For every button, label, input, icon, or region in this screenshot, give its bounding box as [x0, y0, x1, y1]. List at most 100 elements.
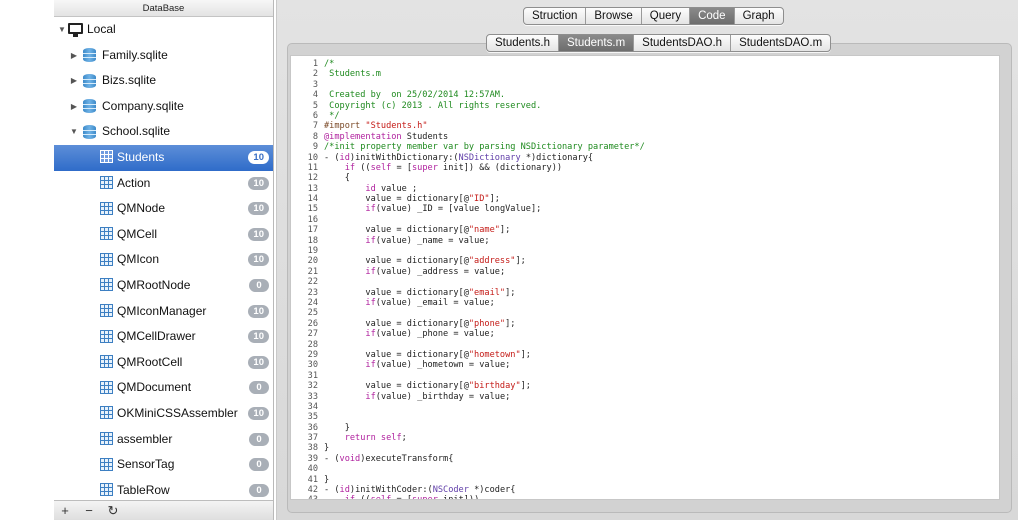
count-badge: 0	[249, 458, 269, 472]
refresh-button[interactable]: ↻	[102, 502, 124, 520]
tree-item-qmcelldrawer[interactable]: QMCellDrawer 10	[54, 324, 273, 350]
tree-item-action[interactable]: Action 10	[54, 171, 273, 197]
code-line: 15 if(value) _ID = [value longValue];	[291, 204, 999, 214]
code-line: 27 if(value) _phone = value;	[291, 329, 999, 339]
tree-item-label: Local	[87, 22, 116, 36]
code-token: init]))	[438, 495, 479, 499]
tree-item-label: QMIcon	[117, 252, 160, 267]
line-number: 7	[312, 121, 318, 132]
disclosure-closed-icon[interactable]: ▶	[70, 68, 78, 94]
code-text: }	[324, 443, 329, 453]
mode-tab-query[interactable]: Query	[642, 8, 691, 24]
code-token: Created by on 25/02/2014 12:57AM.	[324, 90, 506, 101]
count-badge: 10	[248, 406, 269, 420]
tree-item-students[interactable]: Students 10	[54, 144, 273, 171]
count-badge: 10	[248, 304, 269, 318]
code-token: (value) _hometown = value;	[375, 360, 511, 371]
tree-item-qmnode[interactable]: QMNode 10	[54, 196, 273, 222]
code-line: 22	[291, 277, 999, 287]
mode-tab-struction[interactable]: Struction	[524, 8, 587, 24]
code-token: return self	[344, 433, 402, 444]
disclosure-closed-icon[interactable]: ▶	[70, 94, 78, 120]
line-number: 18	[307, 235, 318, 246]
line-number: 9	[312, 142, 318, 153]
code-text: /*	[324, 59, 334, 69]
file-tab-students-h[interactable]: Students.h	[487, 35, 559, 51]
line-number: 40	[307, 464, 318, 475]
line-number: 36	[307, 422, 318, 433]
code-token: - (	[324, 152, 340, 163]
disclosure-closed-icon[interactable]: ▶	[70, 43, 78, 69]
code-token: if	[365, 360, 376, 371]
code-line: 31	[291, 371, 999, 381]
tree-item-tablerow[interactable]: TableRow 0	[54, 478, 273, 500]
code-token: ];	[505, 318, 516, 329]
line-number: 16	[307, 214, 318, 225]
code-token: if	[365, 235, 376, 246]
mode-tab-browse[interactable]: Browse	[586, 8, 642, 24]
database-sidebar: DataBase ▼ Local ▶ Family.sqlite ▶ Bizs.sqlit…	[54, 0, 274, 520]
code-token: }	[324, 474, 330, 485]
code-text: value = dictionary[@"email"];	[324, 288, 515, 298]
file-tab-studentsdao-h[interactable]: StudentsDAO.h	[634, 35, 732, 51]
line-number: 41	[307, 474, 318, 485]
code-line: 23 value = dictionary[@"email"];	[291, 288, 999, 298]
code-line: 30 if(value) _hometown = value;	[291, 360, 999, 370]
line-number: 10	[307, 152, 318, 163]
tree-item-qmiconmanager[interactable]: QMIconManager 10	[54, 299, 273, 325]
code-token: if	[345, 495, 355, 499]
line-number: 42	[307, 485, 318, 496]
code-line: 19	[291, 246, 999, 256]
code-token: */	[324, 110, 340, 121]
tree-item-qmdocument[interactable]: QMDocument 0	[54, 375, 273, 401]
add-button[interactable]: +	[54, 502, 76, 520]
tree-item-assembler[interactable]: assembler 0	[54, 427, 273, 453]
tree-item-qmrootcell[interactable]: QMRootCell 10	[54, 350, 273, 376]
tree-item-label: Family.sqlite	[102, 47, 168, 62]
code-editor[interactable]: 1/* 2 Students.m 3 4 Created by on 25/02/2…	[290, 55, 1000, 500]
tree-item-qmicon[interactable]: QMIcon 10	[54, 247, 273, 273]
tree-item-qmcell[interactable]: QMCell 10	[54, 222, 273, 248]
line-number: 35	[307, 412, 318, 423]
code-token: self	[371, 495, 392, 499]
mode-tab-code[interactable]: Code	[690, 8, 735, 24]
code-token: (value) _address = value;	[375, 266, 506, 277]
table-icon	[100, 150, 113, 164]
table-icon	[100, 252, 113, 266]
tree-item-label: assembler	[117, 431, 173, 446]
code-text: Created by on 25/02/2014 12:57AM.	[324, 90, 505, 100]
tree-item-bizs-sqlite[interactable]: ▶ Bizs.sqlite	[54, 68, 273, 94]
tree-item-local[interactable]: ▼ Local	[54, 17, 273, 43]
code-line: 2 Students.m	[291, 69, 999, 79]
tree-item-family-sqlite[interactable]: ▶ Family.sqlite	[54, 43, 273, 69]
tree-item-okminicssassembler[interactable]: OKMiniCSSAssembler 10	[54, 401, 273, 427]
tree-item-qmrootnode[interactable]: QMRootNode 0	[54, 273, 273, 299]
database-tree: ▼ Local ▶ Family.sqlite ▶ Bizs.sqlite ▶ Company…	[54, 17, 273, 500]
mode-tab-graph[interactable]: Graph	[735, 8, 783, 24]
disclosure-open-icon[interactable]: ▼	[70, 119, 78, 145]
line-number: 26	[307, 318, 318, 329]
code-line: 4 Created by on 25/02/2014 12:57AM.	[291, 90, 999, 100]
code-line: 39 - (void)executeTransform{	[291, 454, 999, 464]
code-text: value = dictionary[@"hometown"];	[324, 350, 531, 360]
file-tab-students-m[interactable]: Students.m	[558, 35, 635, 51]
file-tab-studentsdao-m[interactable]: StudentsDAO.m	[731, 35, 830, 51]
line-number: 13	[307, 183, 318, 194]
code-token: value = dictionary[@	[324, 287, 469, 298]
code-token: id	[339, 485, 350, 496]
tree-item-sensortag[interactable]: SensorTag 0	[54, 452, 273, 478]
disclosure-open-icon[interactable]: ▼	[58, 17, 66, 43]
code-text: {	[324, 173, 350, 183]
tree-item-company-sqlite[interactable]: ▶ Company.sqlite	[54, 94, 273, 120]
code-text: if ((self = [super init]) && (dictionary…	[324, 163, 562, 173]
code-token: value = dictionary[@	[324, 349, 469, 360]
remove-button[interactable]: −	[78, 502, 100, 520]
tree-item-school-sqlite[interactable]: ▼ School.sqlite	[54, 119, 273, 145]
sidebar-header: DataBase	[54, 0, 273, 17]
code-text: return self;	[324, 433, 407, 443]
